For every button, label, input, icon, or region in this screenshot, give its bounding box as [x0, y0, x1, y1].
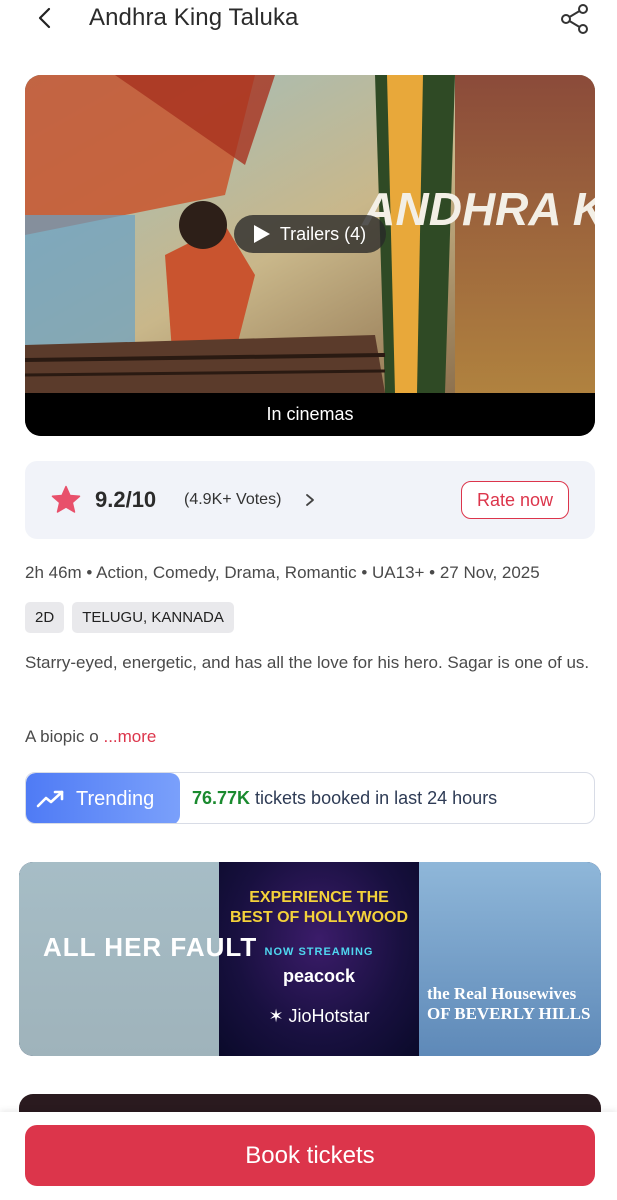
top-bar: Andhra King Taluka [0, 0, 617, 40]
rating-card[interactable]: 9.2/10 (4.9K+ Votes) Rate now [25, 461, 595, 539]
chevron-left-icon[interactable] [32, 4, 60, 32]
banner-panel-right [419, 862, 601, 1056]
poster-logo: ANDHRA KING [361, 183, 595, 235]
trending-banner: Trending 76.77K tickets booked in last 2… [25, 772, 595, 824]
banner-headline: EXPERIENCE THE BEST OF HOLLYWOOD [229, 889, 409, 926]
trailers-button[interactable]: Trailers (4) [234, 215, 386, 253]
book-tickets-button[interactable]: Book tickets [25, 1125, 595, 1186]
movie-description: Starry-eyed, energetic, and has all the … [25, 653, 590, 672]
trailers-label: Trailers (4) [279, 223, 367, 244]
play-icon [253, 225, 270, 243]
tag-languages: TELUGU, KANNADA [72, 602, 234, 633]
rate-now-button[interactable]: Rate now [461, 481, 569, 519]
status-strip: In cinemas [25, 393, 595, 436]
trending-badge: Trending [26, 773, 180, 823]
share-icon[interactable] [560, 3, 590, 35]
banner-show-right: the Real Housewives OF BEVERLY HILLS [427, 984, 591, 1023]
star-icon [51, 485, 81, 513]
page-title: Andhra King Taluka [89, 4, 299, 31]
trending-up-icon [36, 790, 64, 808]
jiohotstar-logo: ✶ JioHotstar [268, 1006, 370, 1026]
movie-poster[interactable]: ANDHRA KING Trailers (4) In cinemas [25, 75, 595, 436]
truncated-text: A biopic o [25, 727, 99, 746]
more-link[interactable]: ...more [103, 727, 156, 746]
format-tags: 2D TELUGU, KANNADA [25, 602, 234, 633]
trending-label: Trending [76, 787, 155, 810]
chevron-right-icon[interactable] [303, 491, 317, 509]
status-label: In cinemas [266, 404, 354, 424]
rating-value: 9.2/10 [95, 487, 157, 512]
tag-format: 2D [25, 602, 65, 633]
votes-count: (4.9K+ Votes) [184, 491, 282, 508]
description-truncated: A biopic o ...more [25, 727, 156, 747]
movie-meta: 2h 46m • Action, Comedy, Drama, Romantic… [25, 563, 540, 582]
trending-text: 76.77K tickets booked in last 24 hours [192, 788, 497, 809]
tickets-suffix: tickets booked in last 24 hours [250, 788, 498, 808]
peacock-logo: peacock [282, 966, 356, 986]
banner-streaming: NOW STREAMING [264, 946, 374, 958]
banner-show-left: ALL HER FAULT [43, 932, 258, 962]
jiohotstar-label: JioHotstar [288, 1006, 370, 1026]
promo-banner[interactable]: ALL HER FAULT EXPERIENCE THE BEST OF HOL… [19, 862, 601, 1056]
tickets-count: 76.77K [192, 788, 251, 808]
